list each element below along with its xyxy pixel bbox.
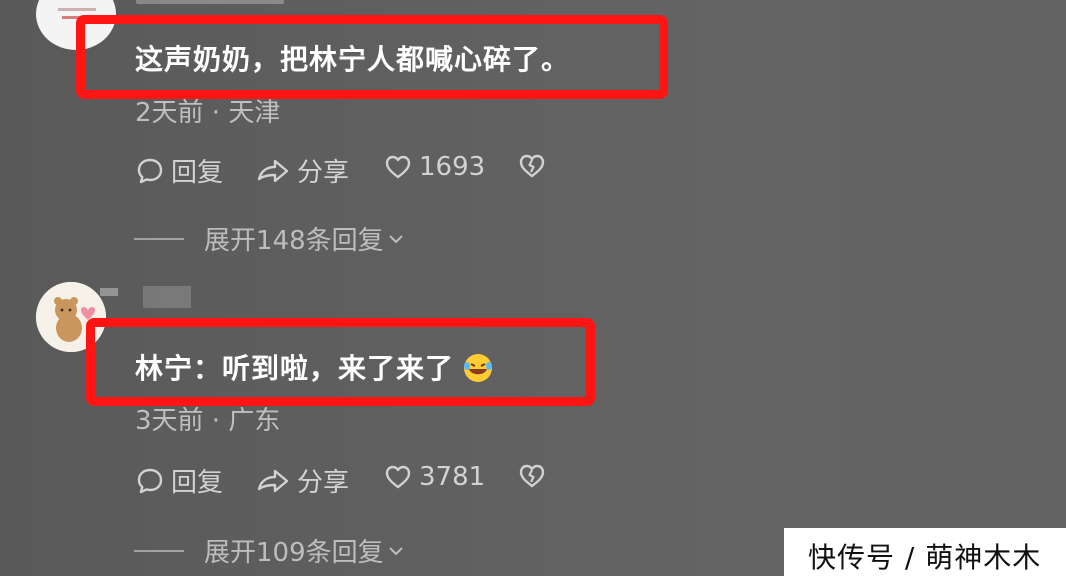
dislike-button[interactable] xyxy=(518,462,553,490)
divider xyxy=(134,549,184,552)
username-placeholder[interactable] xyxy=(136,0,284,4)
comment-bubble-icon xyxy=(137,468,163,493)
share-arrow-icon xyxy=(257,159,289,182)
share-button[interactable]: 分享 xyxy=(256,462,349,499)
broken-heart-icon xyxy=(519,464,545,488)
comment-section: 这声奶奶，把林宁人都喊心碎了。 2天前 · 天津 回复 分享 1693 展开14… xyxy=(0,0,1066,576)
username-placeholder[interactable] xyxy=(143,286,191,308)
comment-text: 林宁：听到啦，来了来了 xyxy=(135,347,494,387)
share-label: 分享 xyxy=(297,158,350,188)
dislike-button[interactable] xyxy=(518,152,553,180)
reply-label: 回复 xyxy=(171,158,224,188)
expand-label: 展开109条回复 xyxy=(204,538,384,568)
share-button[interactable]: 分享 xyxy=(256,152,349,189)
comment-meta: 3天前 · 广东 xyxy=(135,406,281,436)
watermark: 快传号 / 萌神木木 xyxy=(808,541,1042,574)
like-button[interactable]: 1693 xyxy=(384,152,485,182)
like-count: 3781 xyxy=(419,462,486,492)
avatar[interactable] xyxy=(36,282,106,352)
comment-text-content: 林宁：听到啦，来了来了 xyxy=(135,352,455,385)
comment-meta: 2天前 · 天津 xyxy=(135,98,281,128)
comment-bubble-icon xyxy=(137,158,163,183)
reply-button[interactable]: 回复 xyxy=(136,152,223,189)
heart-icon xyxy=(385,155,411,179)
like-button[interactable]: 3781 xyxy=(384,462,485,492)
expand-label: 展开148条回复 xyxy=(204,226,384,256)
reply-button[interactable]: 回复 xyxy=(136,462,223,499)
share-arrow-icon xyxy=(257,469,289,492)
divider xyxy=(134,237,184,240)
bear-avatar-icon xyxy=(36,282,106,352)
share-label: 分享 xyxy=(297,468,350,498)
rofl-emoji-icon xyxy=(464,354,493,382)
expand-replies-button[interactable]: 展开109条回复 xyxy=(134,532,404,569)
avatar[interactable] xyxy=(36,0,116,50)
expand-replies-button[interactable]: 展开148条回复 xyxy=(134,220,404,257)
chevron-down-icon xyxy=(388,546,403,555)
chevron-down-icon xyxy=(388,234,403,243)
comment-text: 这声奶奶，把林宁人都喊心碎了。 xyxy=(135,43,571,76)
like-count: 1693 xyxy=(419,152,486,182)
broken-heart-icon xyxy=(519,154,545,178)
username-placeholder xyxy=(100,288,118,296)
heart-icon xyxy=(385,465,411,489)
reply-label: 回复 xyxy=(171,468,224,498)
